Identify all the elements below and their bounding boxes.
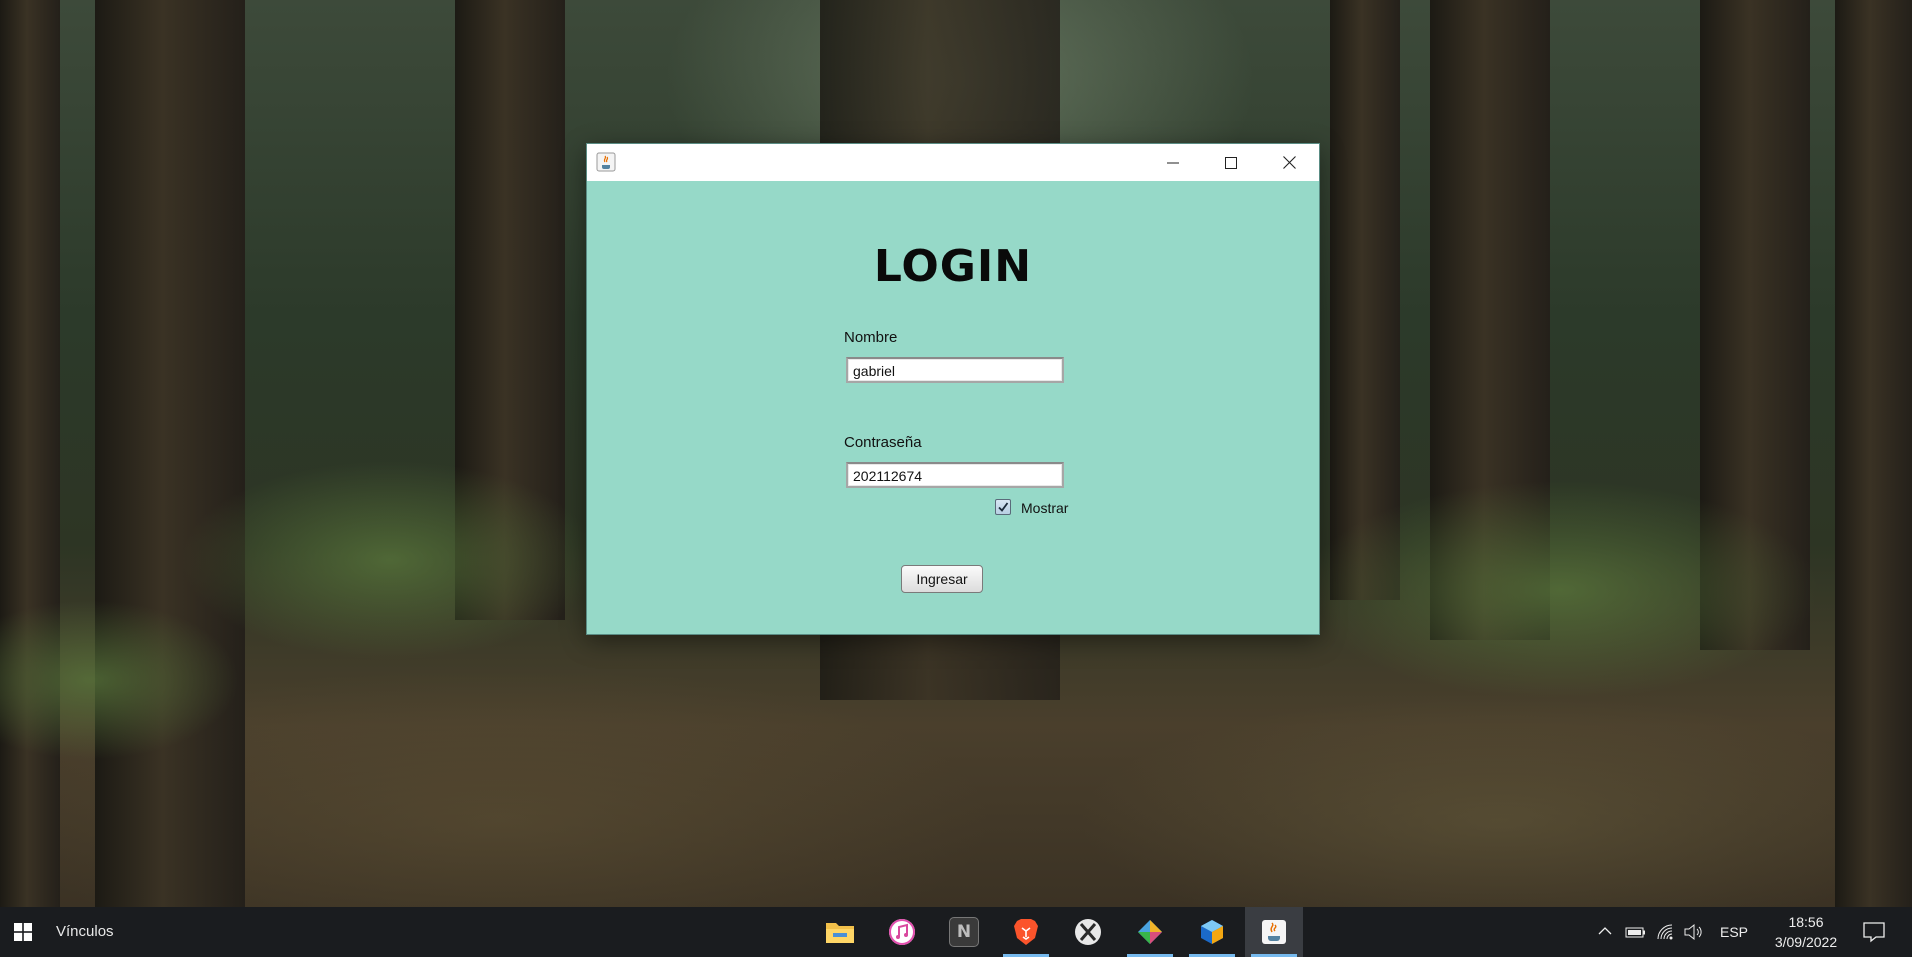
name-field[interactable]: gabriel [846, 357, 1064, 383]
close-icon [1282, 156, 1296, 169]
taskbar: Vínculos N ESP 18:56 3/09/2022 [0, 907, 1912, 957]
language-indicator[interactable]: ESP [1720, 924, 1748, 940]
maximize-icon [1225, 156, 1237, 169]
windows-icon [14, 923, 32, 941]
taskbar-app-netbeans[interactable] [1183, 907, 1241, 957]
close-button[interactable] [1260, 144, 1318, 181]
taskbar-app-file-explorer[interactable] [811, 907, 869, 957]
minimize-icon [1167, 162, 1179, 163]
login-window: LOGIN Nombre gabriel Contraseña 20211267… [587, 144, 1319, 634]
login-panel: LOGIN Nombre gabriel Contraseña 20211267… [587, 181, 1319, 634]
show-password-label[interactable]: Mostrar [1021, 500, 1068, 516]
ingresar-button[interactable]: Ingresar [901, 565, 983, 593]
folder-icon [826, 923, 854, 943]
maximize-button[interactable] [1202, 144, 1260, 181]
volume-icon[interactable] [1683, 922, 1705, 942]
cube-icon [1201, 920, 1223, 944]
password-label: Contraseña [844, 434, 922, 451]
coffee-cup-icon [1262, 920, 1286, 944]
n-icon: N [949, 917, 979, 947]
show-password-checkbox[interactable] [995, 499, 1011, 515]
lion-shield-icon [1014, 919, 1038, 945]
links-toolbar[interactable]: Vínculos [56, 923, 114, 940]
taskbar-app-brave[interactable] [997, 907, 1055, 957]
x-icon [1075, 919, 1101, 945]
notification-icon[interactable] [1862, 920, 1886, 944]
title-bar[interactable] [587, 144, 1319, 181]
minimize-button[interactable] [1144, 144, 1202, 181]
checkmark-icon [998, 502, 1009, 512]
java-icon [596, 152, 616, 172]
name-label: Nombre [844, 329, 898, 346]
diamond-icon [1138, 920, 1162, 944]
music-note-icon [889, 919, 915, 945]
taskbar-app-xbox[interactable] [1059, 907, 1117, 957]
chevron-up-icon[interactable] [1595, 921, 1615, 941]
start-button[interactable] [0, 907, 46, 957]
clock-date[interactable]: 3/09/2022 [1766, 934, 1846, 950]
clock-time[interactable]: 18:56 [1766, 914, 1846, 930]
taskbar-app-java[interactable] [1245, 907, 1303, 957]
network-icon[interactable] [1655, 922, 1677, 942]
login-title: LOGIN [873, 241, 1033, 292]
taskbar-app-gitkraken[interactable] [1121, 907, 1179, 957]
taskbar-app-notion[interactable]: N [935, 907, 993, 957]
battery-icon[interactable] [1625, 922, 1647, 942]
taskbar-app-itunes[interactable] [873, 907, 931, 957]
password-field[interactable]: 202112674 [846, 462, 1064, 488]
